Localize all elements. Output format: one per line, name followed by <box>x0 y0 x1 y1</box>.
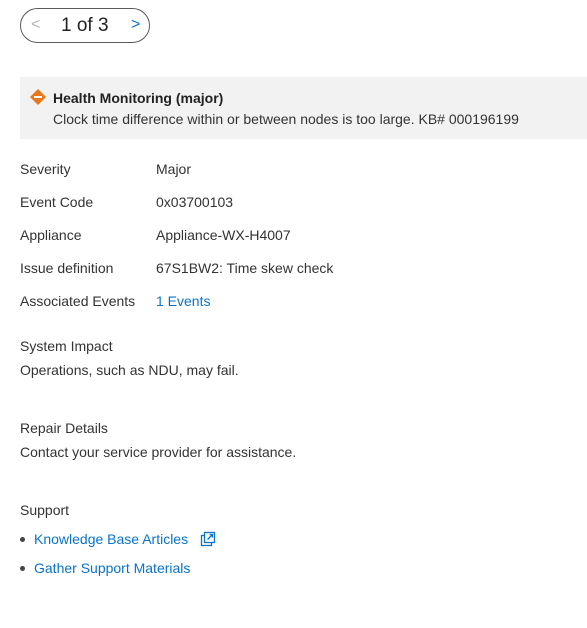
detail-row-issue-definition: Issue definition 67S1BW2: Time skew chec… <box>20 260 580 293</box>
repair-details-section: Repair Details Contact your service prov… <box>20 420 580 460</box>
detail-label: Associated Events <box>20 293 136 309</box>
gather-support-materials-link[interactable]: Gather Support Materials <box>34 560 190 576</box>
support-section: Support <box>20 502 580 518</box>
detail-label: Event Code <box>20 194 94 210</box>
alert-message: Clock time difference within or between … <box>53 111 519 127</box>
support-links: Knowledge Base Articles Gather Support M… <box>20 531 216 589</box>
repair-details-title: Repair Details <box>20 420 108 436</box>
bullet <box>20 537 25 542</box>
detail-value: Appliance-WX-H4007 <box>156 227 291 243</box>
pager: < 1 of 3 > <box>20 8 150 43</box>
detail-row-appliance: Appliance Appliance-WX-H4007 <box>20 227 580 260</box>
detail-label: Issue definition <box>20 260 114 276</box>
repair-details-text: Contact your service provider for assist… <box>20 444 297 460</box>
detail-label: Severity <box>20 161 71 177</box>
system-impact-text: Operations, such as NDU, may fail. <box>20 362 239 378</box>
alert-banner: Health Monitoring (major) Clock time dif… <box>20 77 587 139</box>
list-item: Gather Support Materials <box>20 560 216 589</box>
list-item: Knowledge Base Articles <box>20 531 216 560</box>
bullet <box>20 566 25 571</box>
next-page-button[interactable]: > <box>131 16 140 34</box>
warning-diamond-icon <box>30 89 46 105</box>
system-impact-title: System Impact <box>20 338 113 354</box>
detail-label: Appliance <box>20 227 82 243</box>
detail-value: 0x03700103 <box>156 194 234 210</box>
page-indicator: 1 of 3 <box>61 15 109 36</box>
support-title: Support <box>20 502 70 518</box>
detail-value: Major <box>156 161 192 177</box>
associated-events-link[interactable]: 1 Events <box>156 293 210 309</box>
detail-row-event-code: Event Code 0x03700103 <box>20 194 580 227</box>
detail-row-severity: Severity Major <box>20 161 580 194</box>
detail-value: 67S1BW2: Time skew check <box>156 260 334 276</box>
external-link-icon[interactable] <box>200 531 216 547</box>
alert-title: Health Monitoring (major) <box>53 90 224 106</box>
previous-page-button[interactable]: < <box>31 16 40 34</box>
detail-row-associated-events: Associated Events 1 Events <box>20 293 580 326</box>
knowledge-base-articles-link[interactable]: Knowledge Base Articles <box>34 531 188 547</box>
system-impact-section: System Impact Operations, such as NDU, m… <box>20 338 580 378</box>
event-details: Severity Major Event Code 0x03700103 App… <box>20 161 580 326</box>
